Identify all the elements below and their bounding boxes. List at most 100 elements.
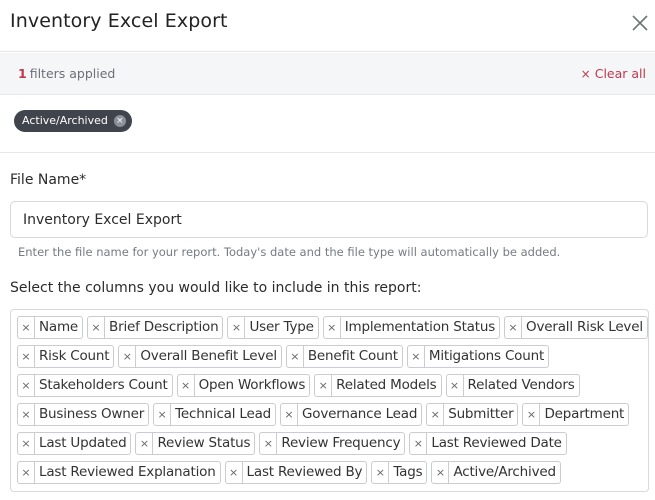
remove-x-icon[interactable]: × [18, 462, 35, 483]
remove-x-icon[interactable]: × [447, 375, 464, 396]
filter-chip-active-archived[interactable]: Active/Archived × [14, 110, 132, 132]
column-tag-label: Related Vendors [467, 377, 575, 393]
column-tag: × Submitter [426, 403, 519, 426]
remove-x-icon[interactable]: × [18, 433, 35, 454]
column-tag-label: Implementation Status [344, 319, 496, 335]
column-tag-label: Stakeholders Count [39, 377, 168, 393]
column-tag: × Stakeholders Count [17, 374, 173, 397]
column-tag: × Review Status [135, 432, 256, 455]
close-icon[interactable] [628, 11, 652, 35]
remove-x-icon[interactable]: × [18, 375, 35, 396]
column-tag: × User Type [227, 316, 319, 339]
tag-row: × Risk Count × Overall Benefit Level × Bene… [17, 345, 553, 368]
column-tag-label: Brief Description [109, 319, 219, 335]
remove-x-icon[interactable]: × [228, 317, 246, 338]
column-tag-label: Tags [393, 464, 423, 480]
column-tag-label: Last Reviewed By [246, 464, 363, 480]
filters-applied-label: filters applied [29, 66, 116, 81]
column-tag-label: Mitigations Count [428, 348, 545, 364]
column-tag-label: Overall Risk Level [526, 319, 643, 335]
remove-x-icon[interactable]: × [226, 462, 243, 483]
remove-x-icon[interactable]: × [427, 404, 445, 425]
tag-row: × Last Updated × Review Status × Review Fre… [17, 432, 571, 455]
remove-x-icon[interactable]: × [315, 375, 333, 396]
filter-chip-label: Active/Archived [22, 114, 108, 127]
column-tag: × Overall Benefit Level [118, 345, 282, 368]
remove-x-icon[interactable]: × [18, 346, 35, 367]
remove-x-icon[interactable]: × [18, 404, 35, 425]
file-name-input[interactable] [10, 201, 648, 238]
remove-x-icon[interactable]: × [119, 346, 137, 367]
column-tag: × Tags [371, 461, 428, 484]
column-tag: × Last Reviewed Date [409, 432, 567, 455]
column-tag-label: User Type [249, 319, 314, 335]
column-tag-label: Last Reviewed Date [431, 435, 562, 451]
column-tag: × Related Models [314, 374, 442, 397]
file-name-help-text: Enter the file name for your report. Tod… [18, 245, 561, 259]
filters-applied-text: 1 filters applied [18, 66, 115, 81]
column-tag: × Implementation Status [322, 316, 501, 339]
column-tag-label: Submitter [448, 406, 514, 422]
column-tag: × Technical Lead [153, 403, 277, 426]
column-tag: × Benefit Count [285, 345, 403, 368]
column-tag: × Overall Risk Level [504, 316, 648, 339]
column-tag-label: Active/Archived [453, 464, 556, 480]
remove-x-icon[interactable]: × [324, 317, 341, 338]
columns-multiselect[interactable]: × Name × Brief Description × User Type × Imp… [10, 309, 649, 492]
column-tag: × Related Vendors [445, 374, 580, 397]
tag-row: × Name × Brief Description × User Type × Imp… [17, 316, 652, 339]
dialog-title: Inventory Excel Export [10, 10, 228, 32]
column-tag-label: Last Reviewed Explanation [39, 464, 216, 480]
remove-filter-icon[interactable]: × [113, 115, 126, 127]
remove-x-icon[interactable]: × [178, 375, 195, 396]
remove-x-icon[interactable]: × [281, 404, 299, 425]
column-tag: × Last Updated [17, 432, 132, 455]
filter-summary-bar: 1 filters applied × Clear all [0, 53, 655, 95]
column-tag-label: Name [39, 319, 79, 335]
column-tag-label: Last Updated [39, 435, 127, 451]
column-tag-label: Risk Count [39, 348, 110, 364]
column-tag: × Department [522, 403, 630, 426]
column-tag-label: Overall Benefit Level [140, 348, 277, 364]
column-tag-label: Review Frequency [281, 435, 401, 451]
remove-x-icon[interactable]: × [372, 462, 390, 483]
column-tag: × Active/Archived [431, 461, 561, 484]
column-tag-label: Department [544, 406, 625, 422]
clear-all-button[interactable]: × Clear all [581, 66, 646, 81]
column-tag-label: Open Workflows [198, 377, 306, 393]
remove-x-icon[interactable]: × [260, 433, 278, 454]
remove-x-icon[interactable]: × [154, 404, 172, 425]
remove-x-icon[interactable]: × [432, 462, 450, 483]
column-tag-label: Benefit Count [307, 348, 398, 364]
remove-x-icon[interactable]: × [408, 346, 425, 367]
applied-filters: Active/Archived × [0, 96, 655, 153]
clear-icon: × [580, 67, 591, 81]
remove-x-icon[interactable]: × [136, 433, 154, 454]
column-tag: × Brief Description [87, 316, 224, 339]
column-tag: × Risk Count [17, 345, 115, 368]
remove-x-icon[interactable]: × [523, 404, 541, 425]
column-tag-label: Technical Lead [175, 406, 272, 422]
column-tag: × Open Workflows [176, 374, 311, 397]
remove-x-icon[interactable]: × [505, 317, 523, 338]
clear-all-label: Clear all [594, 66, 646, 81]
remove-x-icon[interactable]: × [88, 317, 106, 338]
remove-x-icon[interactable]: × [287, 346, 304, 367]
column-tag: × Last Reviewed By [224, 461, 368, 484]
filter-count: 1 [18, 66, 27, 81]
columns-label: Select the columns you would like to inc… [10, 280, 422, 296]
column-tag: × Governance Lead [280, 403, 423, 426]
tag-row: × Business Owner × Technical Lead × Governa… [17, 403, 633, 426]
column-tag-label: Governance Lead [302, 406, 418, 422]
file-name-label: File Name* [10, 172, 87, 188]
dialog-header: Inventory Excel Export [0, 0, 655, 52]
column-tag-label: Review Status [157, 435, 251, 451]
column-tag: × Name [17, 316, 84, 339]
remove-x-icon[interactable]: × [410, 433, 428, 454]
column-tag: × Business Owner [17, 403, 150, 426]
column-tag: × Last Reviewed Explanation [17, 461, 221, 484]
column-tag-label: Related Models [336, 377, 437, 393]
column-tag: × Review Frequency [259, 432, 406, 455]
column-tag: × Mitigations Count [406, 345, 550, 368]
remove-x-icon[interactable]: × [18, 317, 35, 338]
